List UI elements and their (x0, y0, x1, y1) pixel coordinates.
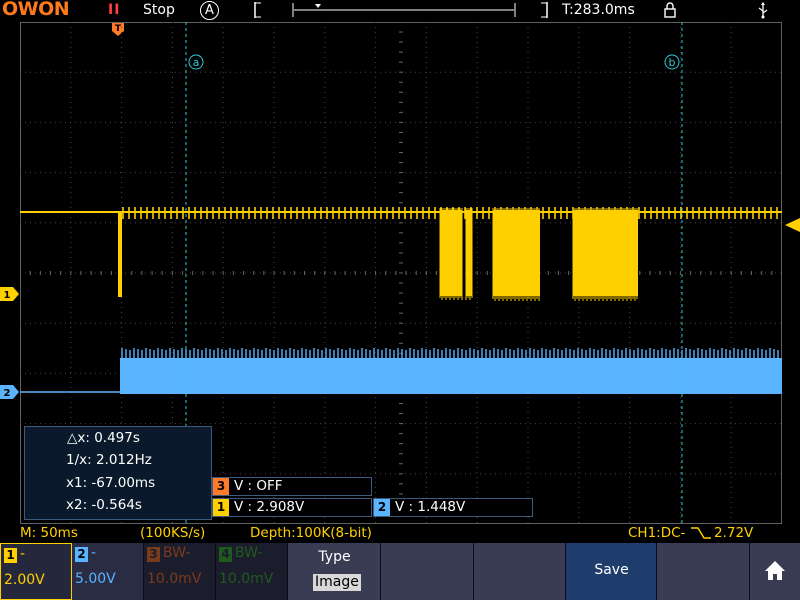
ch3-menu-num: 3 (147, 547, 160, 562)
status-bar: OWON II Stop A T:283.0ms (0, 0, 800, 22)
inverse-x-readout: 1/x: 2.012Hz (66, 452, 152, 468)
ch4-menu-num: 4 (219, 547, 232, 562)
ch1-menu-top: - (20, 546, 26, 562)
ch1-voltage-readout: 1 V : 2.908V (212, 498, 372, 517)
ch3-menu-top: BW- (163, 545, 191, 561)
ch1-menu-button[interactable]: 1 - 2.00V (0, 543, 72, 600)
empty-menu-slot-3 (657, 543, 750, 600)
timebase-readout[interactable]: M: 50ms (20, 525, 78, 541)
cursor-measurement-panel: △x: 0.497s 1/x: 2.012Hz x1: -67.00ms x2:… (24, 426, 212, 520)
x1-readout: x1: -67.00ms (66, 475, 156, 491)
ch4-menu-button[interactable]: 4 BW- 10.0mV (216, 543, 288, 600)
trigger-time-readout: T:283.0ms (562, 2, 635, 18)
stop-icon[interactable]: II (108, 0, 120, 20)
ch3-voltage-text: V : OFF (234, 478, 283, 494)
ch2-menu-num: 2 (75, 547, 88, 562)
ch2-scale: 5.00V (75, 571, 116, 587)
save-button[interactable]: Save (566, 543, 657, 600)
ch3-scale: 10.0mV (147, 571, 202, 587)
falling-edge-icon (691, 527, 711, 539)
ch1-offset-marker[interactable]: 1 (0, 287, 20, 301)
cursor-b-label: b (669, 56, 676, 69)
trigger-coupling-readout[interactable]: CH1:DC- (628, 525, 685, 541)
x2-readout: x2: -0.564s (66, 497, 142, 513)
ch2-menu-top: - (91, 545, 97, 561)
empty-menu-slot-2 (474, 543, 566, 600)
ch1-scale: 2.00V (4, 572, 45, 588)
ch2-voltage-text: V : 1.448V (395, 499, 466, 515)
ch2-offset-marker[interactable]: 2 (0, 385, 20, 399)
ch2-voltage-readout: 2 V : 1.448V (373, 498, 533, 517)
ch1-num: 1 (213, 499, 229, 516)
usb-icon (758, 2, 768, 19)
sample-rate-readout: (100KS/s) (140, 525, 206, 541)
owon-logo: OWON (2, 0, 70, 20)
trigger-level-marker[interactable] (784, 218, 800, 232)
type-menu-label: Type (318, 549, 351, 565)
type-menu-button[interactable]: Type Image (288, 543, 381, 600)
save-button-label: Save (594, 562, 629, 578)
ch4-scale: 10.0mV (219, 571, 274, 587)
home-button[interactable] (750, 543, 800, 600)
run-state-label[interactable]: Stop (143, 0, 175, 20)
ch2-menu-button[interactable]: 2 - 5.00V (72, 543, 144, 600)
cursor-a-label: a (193, 56, 200, 69)
memory-depth-readout: Depth:100K(8-bit) (250, 525, 372, 541)
home-icon (765, 561, 785, 580)
ch1-menu-num: 1 (4, 548, 17, 563)
ch2-marker-label: 2 (4, 388, 11, 399)
ch3-num: 3 (213, 478, 229, 495)
lock-icon (664, 2, 676, 18)
type-menu-value: Image (313, 574, 361, 591)
memory-position-bar[interactable] (253, 2, 549, 18)
ch2-num: 2 (374, 499, 390, 516)
soft-menu-bar: 1 - 2.00V 2 - 5.00V 3 BW- 10.0mV 4 BW- 1… (0, 543, 800, 600)
ch3-menu-button[interactable]: 3 BW- 10.0mV (144, 543, 216, 600)
trigger-mode-indicator[interactable]: A (200, 1, 219, 20)
ch4-menu-top: BW- (235, 545, 263, 561)
acquisition-info-bar: M: 50ms (100KS/s) Depth:100K(8-bit) CH1:… (0, 524, 800, 543)
ch1-voltage-text: V : 2.908V (234, 499, 305, 515)
trigger-level-readout[interactable]: 2.72V (714, 525, 753, 541)
empty-menu-slot-1 (381, 543, 474, 600)
waveforms (20, 207, 782, 394)
ch3-voltage-readout: 3 V : OFF (212, 477, 372, 496)
ch1-marker-label: 1 (4, 290, 11, 301)
delta-x-readout: △x: 0.497s (67, 430, 140, 446)
cursor-b[interactable]: b (664, 22, 683, 524)
